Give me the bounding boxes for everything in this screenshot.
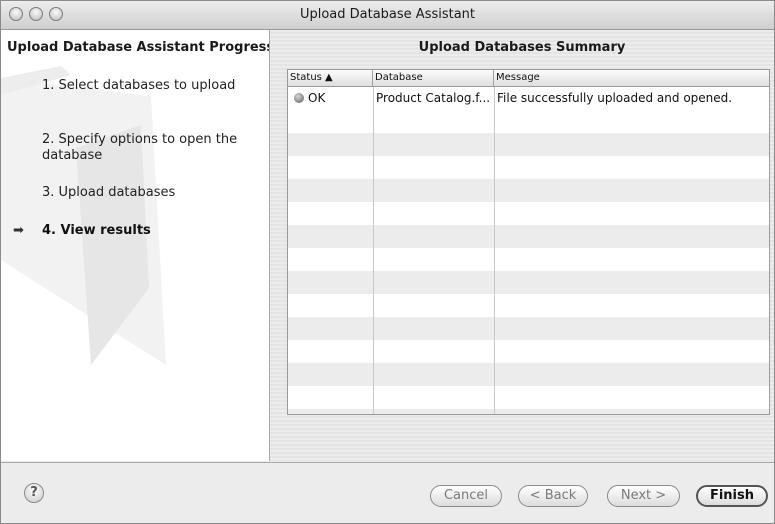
- results-table: Status ▲ Database Message OK Product Cat…: [287, 69, 770, 415]
- empty-row: [288, 317, 769, 340]
- database-cell: Product Catalog.f...: [376, 91, 491, 105]
- step-view-results: 4. View results: [42, 223, 151, 238]
- empty-row: [288, 409, 769, 414]
- summary-title: Upload Databases Summary: [418, 40, 626, 55]
- back-button[interactable]: < Back: [518, 485, 588, 507]
- empty-row: [288, 363, 769, 386]
- button-bar: ? Cancel < Back Next > Finish: [1, 462, 774, 523]
- empty-row: [288, 294, 769, 317]
- status-cell: OK: [288, 87, 373, 110]
- column-header-status[interactable]: Status ▲: [288, 70, 373, 86]
- step-specify-options: 2. Specify options to open the database: [42, 132, 238, 163]
- empty-row: [288, 133, 769, 156]
- title-bar: Upload Database Assistant: [1, 1, 774, 30]
- table-row[interactable]: OK Product Catalog.f... File successfull…: [288, 87, 769, 110]
- empty-row: [288, 340, 769, 363]
- empty-row: [288, 110, 769, 133]
- upload-database-assistant-window: Upload Database Assistant Upload Databas…: [0, 0, 775, 524]
- window-title: Upload Database Assistant: [299, 7, 476, 22]
- status-ok-icon: [294, 93, 304, 103]
- progress-title: Upload Database Assistant Progress: [7, 40, 270, 55]
- table-header: Status ▲ Database Message: [288, 70, 769, 87]
- step-select-databases: 1. Select databases to upload: [42, 78, 236, 93]
- step-upload-databases: 3. Upload databases: [42, 185, 176, 200]
- current-step-arrow-icon: ➡: [13, 223, 24, 238]
- empty-row: [288, 386, 769, 409]
- empty-row: [288, 248, 769, 271]
- column-header-database[interactable]: Database: [373, 70, 494, 86]
- empty-row: [288, 271, 769, 294]
- finish-button[interactable]: Finish: [696, 485, 768, 507]
- table-body: OK Product Catalog.f... File successfull…: [288, 87, 769, 414]
- status-text: OK: [308, 91, 326, 105]
- message-cell: File successfully uploaded and opened.: [497, 91, 733, 105]
- empty-row: [288, 179, 769, 202]
- assistant-watermark-icon: [1, 66, 166, 365]
- empty-row: [288, 225, 769, 248]
- next-button[interactable]: Next >: [607, 485, 680, 507]
- column-header-message[interactable]: Message: [494, 70, 769, 86]
- column-divider: [373, 87, 374, 414]
- column-divider: [494, 87, 495, 414]
- cancel-button[interactable]: Cancel: [430, 485, 502, 507]
- help-button[interactable]: ?: [24, 483, 44, 503]
- empty-row: [288, 156, 769, 179]
- progress-panel: Upload Database Assistant Progress 1. Se…: [1, 30, 270, 461]
- summary-panel: Upload Databases Summary Status ▲ Databa…: [270, 30, 774, 461]
- empty-row: [288, 202, 769, 225]
